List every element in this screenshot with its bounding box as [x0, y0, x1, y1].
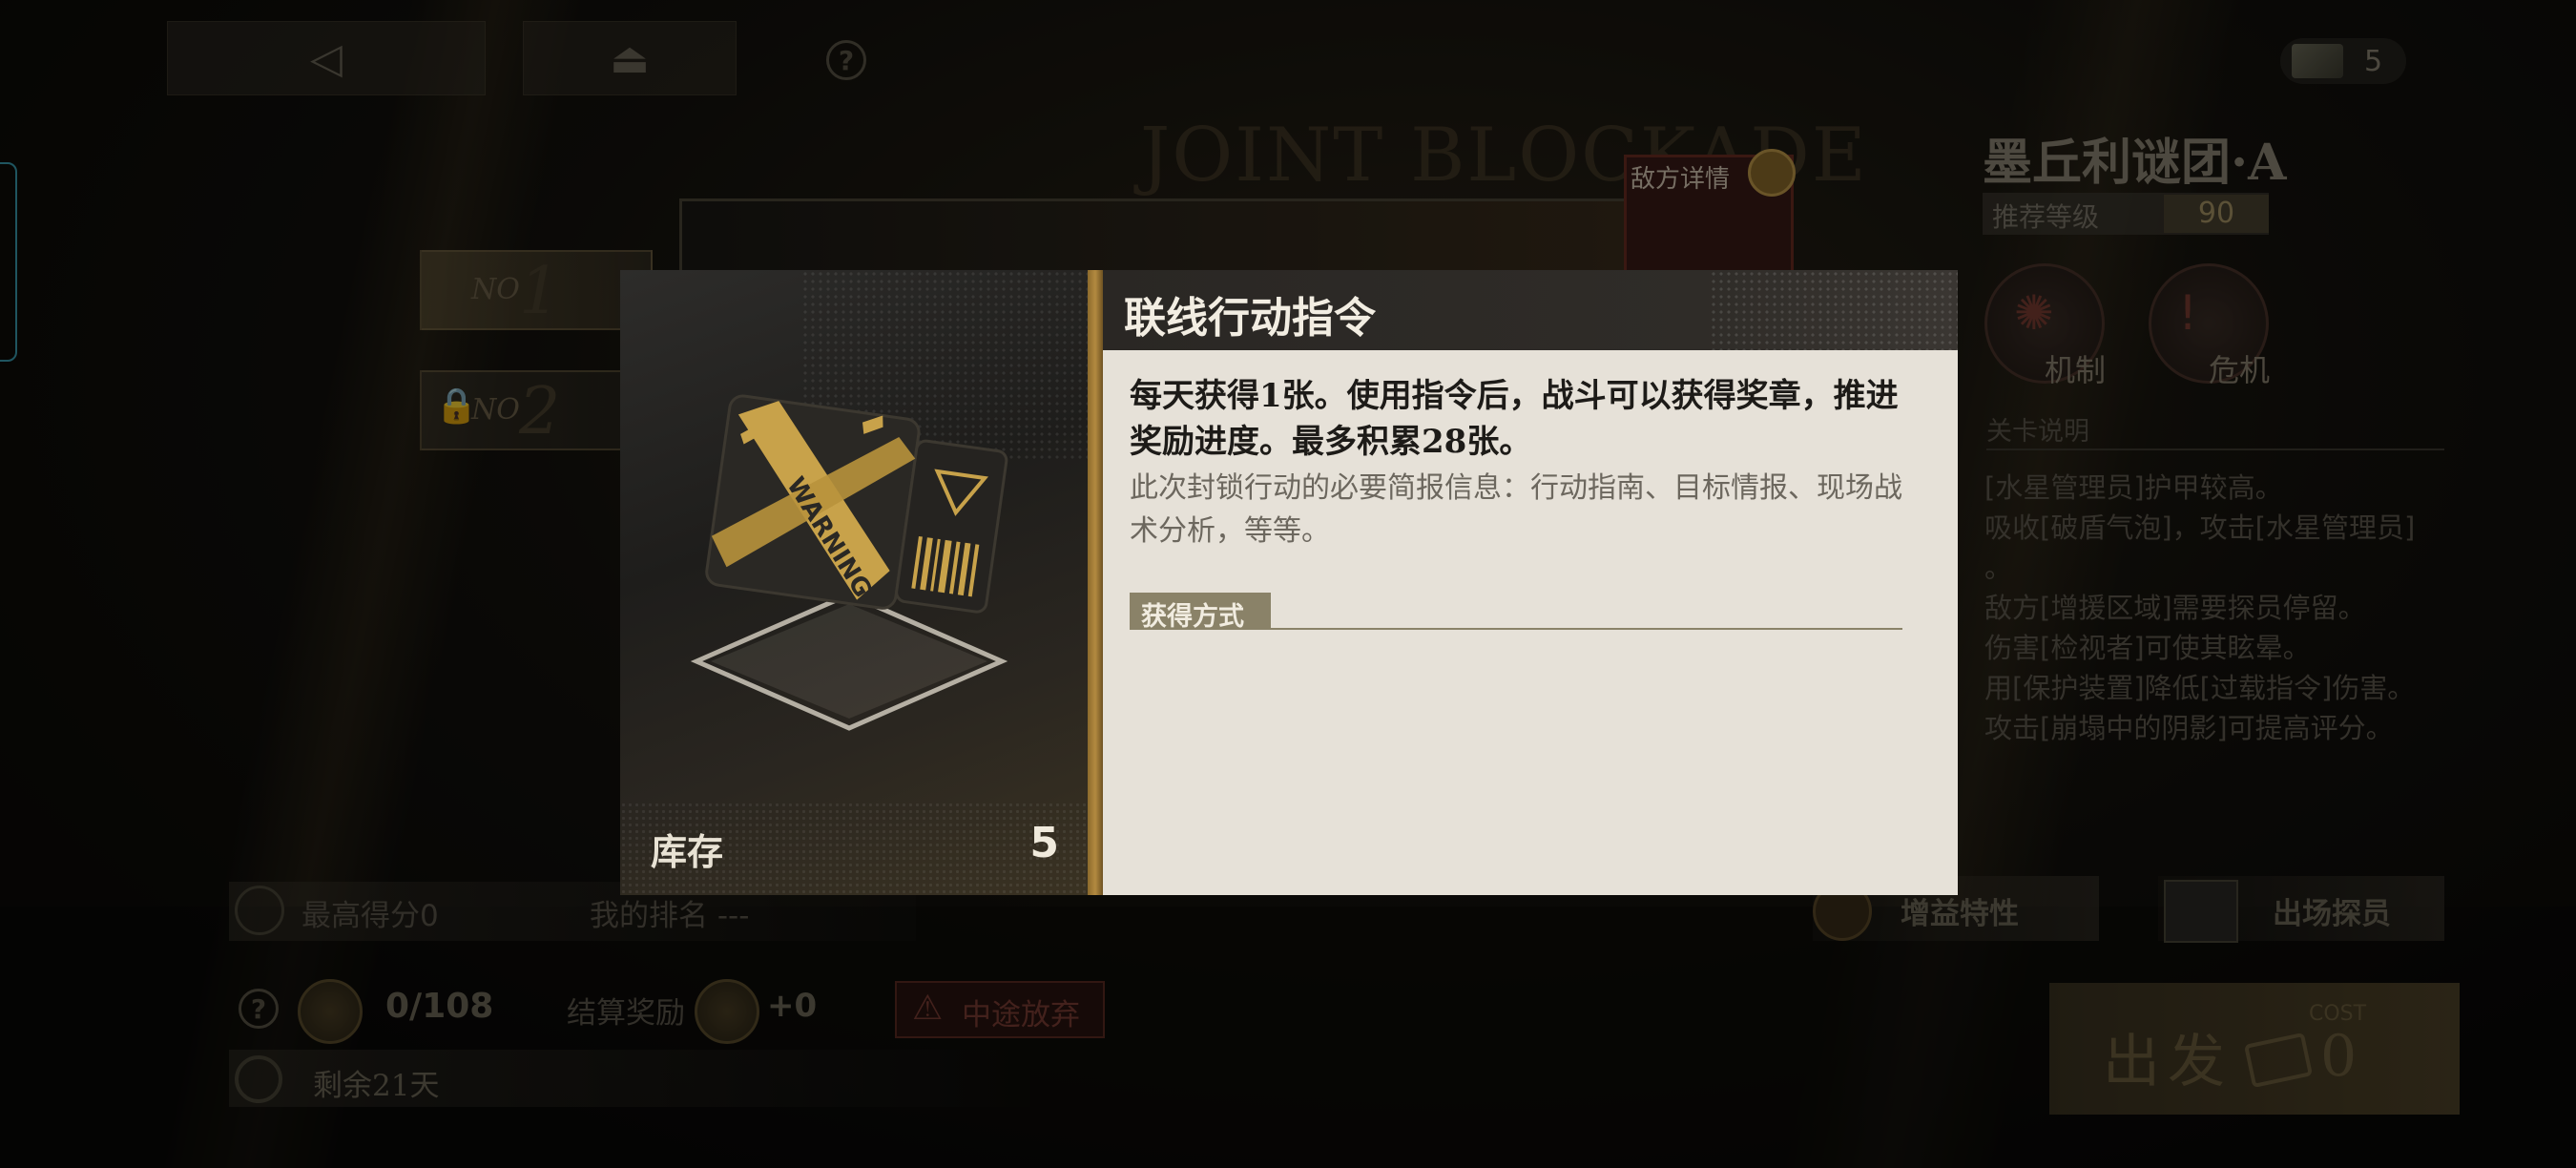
modal-divider — [1088, 270, 1103, 895]
ticket-illustration: WARNING — [690, 394, 1008, 731]
stock-value: 5 — [1029, 819, 1059, 867]
item-description: 每天获得1张。使用指令后，战斗可以获得奖章，推进奖励进度。最多积累28张。 — [1130, 377, 1899, 461]
modal-header: 联线行动指令 — [1103, 270, 1958, 350]
stock-bar: 库存 5 — [620, 802, 1088, 895]
modal-body: 每天获得1张。使用指令后，战斗可以获得奖章，推进奖励进度。最多积累28张。 此次… — [1103, 350, 1958, 895]
item-flavor-text: 此次封锁行动的必要简报信息：行动指南、目标情报、现场战术分析，等等。 — [1130, 471, 1902, 548]
modal-title: 联线行动指令 — [1124, 294, 1376, 343]
item-image-panel: WARNING 库存 5 — [620, 270, 1088, 895]
acquire-method-tag: 获得方式 — [1130, 593, 1271, 632]
dot-pattern — [1710, 270, 1958, 350]
acquire-divider — [1130, 628, 1902, 630]
stock-label: 库存 — [651, 830, 724, 873]
